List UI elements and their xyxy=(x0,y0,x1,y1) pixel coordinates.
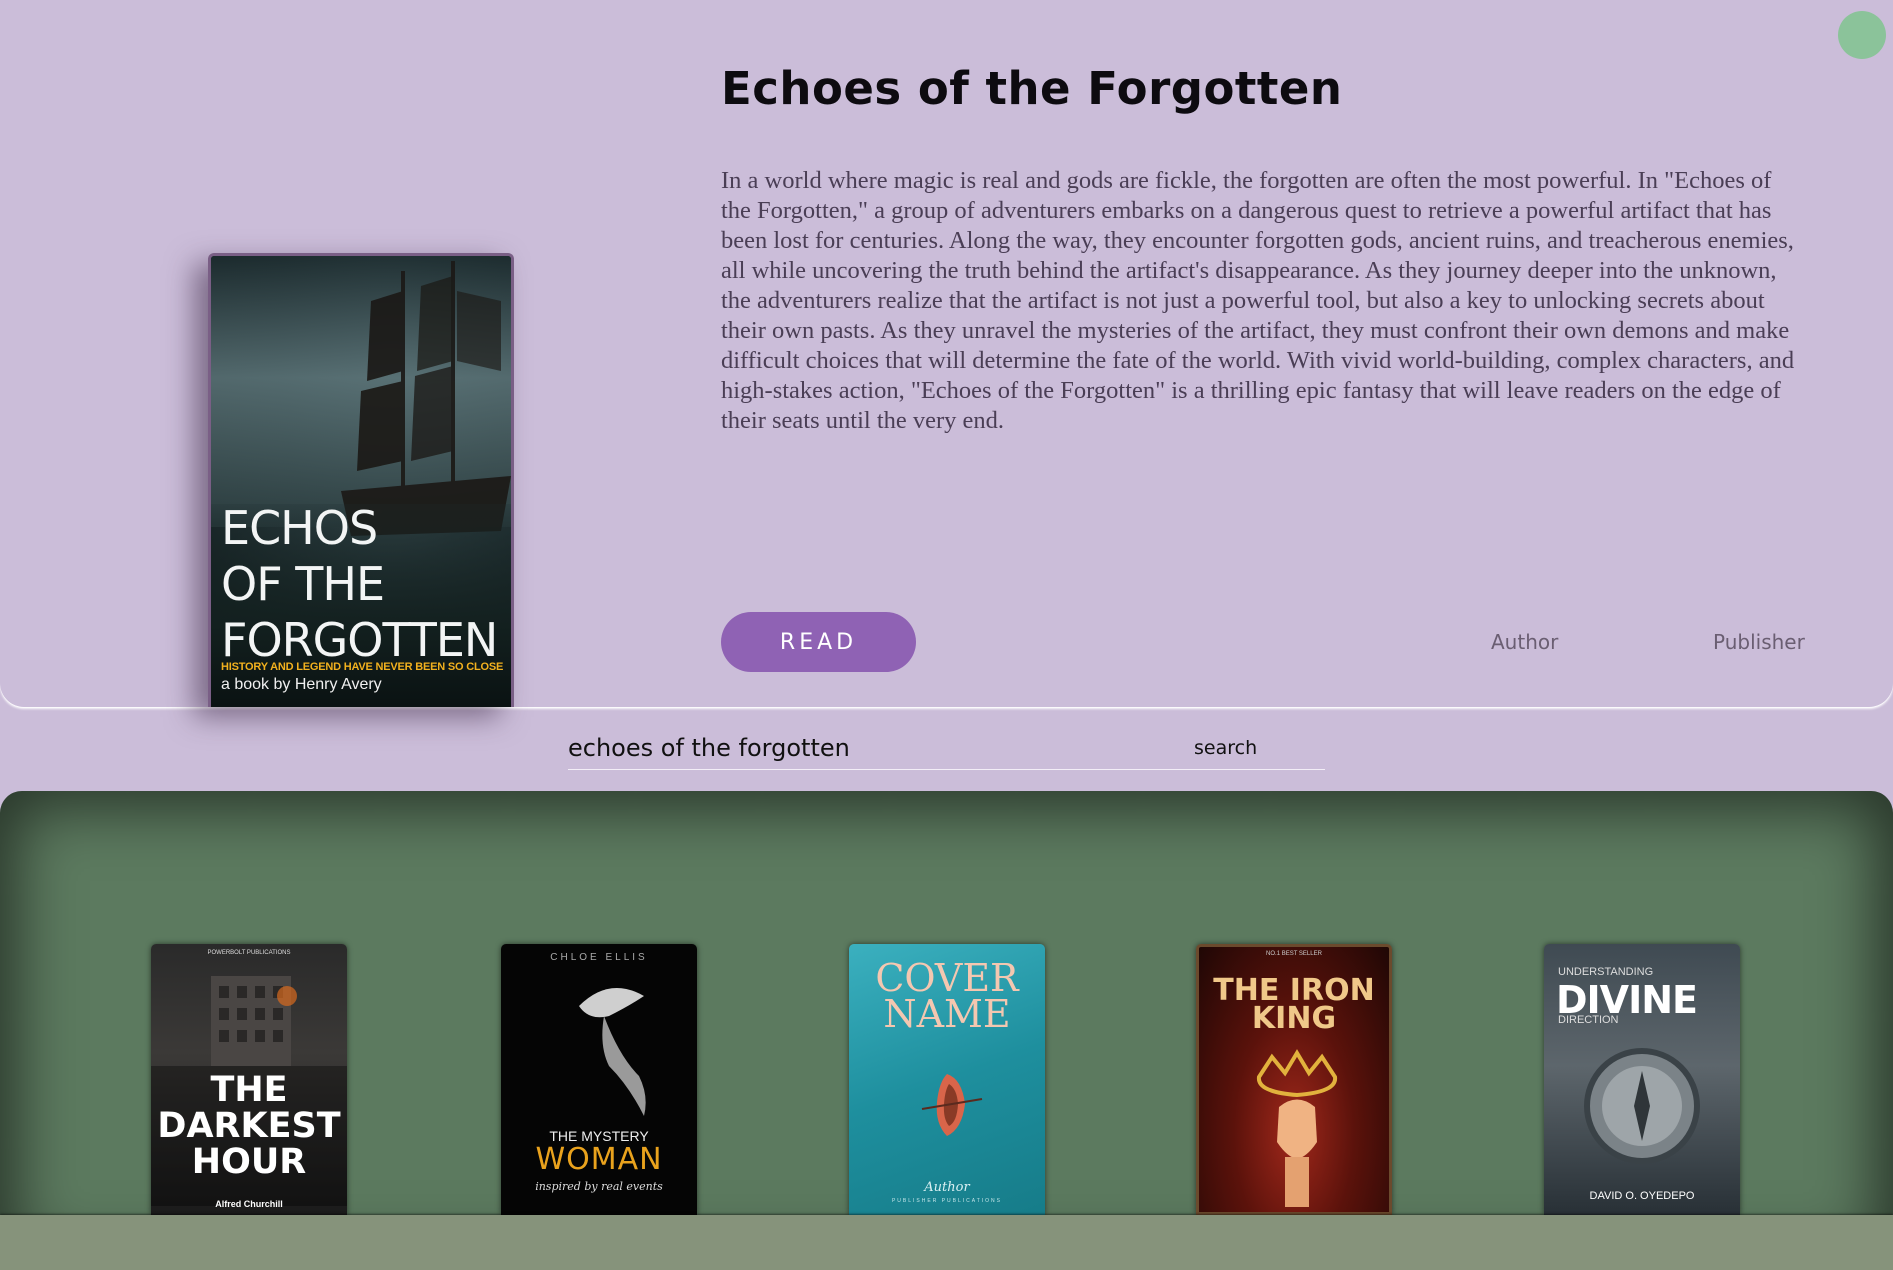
featured-book-cover[interactable]: ECHOS OF THE FORGOTTEN HISTORY AND LEGEN… xyxy=(208,253,514,707)
book-pretitle: UNDERSTANDING xyxy=(1558,966,1654,978)
boat-illustration xyxy=(921,1074,983,1136)
search-button[interactable]: search xyxy=(1194,734,1274,762)
book-author: DAVID O. OYEDEPO xyxy=(1589,1190,1695,1202)
book-badge: NO.1 BEST SELLER xyxy=(1266,951,1322,957)
cover-byline: a book by Henry Avery xyxy=(221,676,382,693)
read-button[interactable]: READ xyxy=(721,612,916,672)
publisher-link[interactable]: Publisher xyxy=(1713,630,1805,654)
book-card-iron-king[interactable]: NO.1 BEST SELLER THE IRON KING xyxy=(1196,944,1392,1215)
compass-illustration xyxy=(1584,1048,1700,1164)
book-publisher: POWERBOLT PUBLICATIONS xyxy=(207,950,291,956)
book-card-darkest-hour[interactable]: POWERBOLT PUBLICATIONS THE DARKEST HOUR … xyxy=(151,944,347,1215)
book-author: Alfred Churchill xyxy=(215,1199,283,1209)
author-link[interactable]: Author xyxy=(1491,630,1558,654)
cover-title: ECHOS OF THE FORGOTTEN xyxy=(221,501,498,667)
footer-bar xyxy=(0,1215,1893,1270)
book-title: THE IRON KING xyxy=(1213,973,1375,1036)
book-description: In a world where magic is real and gods … xyxy=(721,167,1795,434)
book-card-divine-direction[interactable]: UNDERSTANDING DIVINE DIRECTION DAVID O. … xyxy=(1544,944,1740,1215)
book-card-cover-name[interactable]: COVER NAME Author PUBLISHER PUBLICATIONS xyxy=(849,944,1045,1215)
book-card-mystery-woman[interactable]: CHLOE ELLIS THE MYSTERY WOMAN inspired b… xyxy=(501,944,697,1215)
book-title: WOMAN xyxy=(535,1142,663,1177)
book-title: THE DARKEST HOUR xyxy=(157,1070,341,1182)
book-posttitle: DIRECTION xyxy=(1558,1014,1619,1026)
book-publisher: PUBLISHER PUBLICATIONS xyxy=(891,1198,1003,1204)
book-author: CHLOE ELLIS xyxy=(550,952,648,963)
book-author: Author xyxy=(924,1180,970,1195)
book-title: Echoes of the Forgotten xyxy=(721,62,1343,115)
status-indicator-icon xyxy=(1838,11,1886,59)
crown-fist-illustration xyxy=(1256,1049,1338,1207)
search-input[interactable] xyxy=(568,727,1168,769)
search-bar: search xyxy=(568,727,1325,770)
cover-tagline: HISTORY AND LEGEND HAVE NEVER BEEN SO CL… xyxy=(221,661,504,673)
book-title: COVER NAME xyxy=(875,956,1019,1036)
book-note: inspired by real events xyxy=(535,1180,663,1193)
featured-book-panel: ECHOS OF THE FORGOTTEN HISTORY AND LEGEN… xyxy=(0,0,1893,707)
woman-silhouette-illustration xyxy=(579,988,646,1116)
building-illustration xyxy=(211,976,297,1066)
